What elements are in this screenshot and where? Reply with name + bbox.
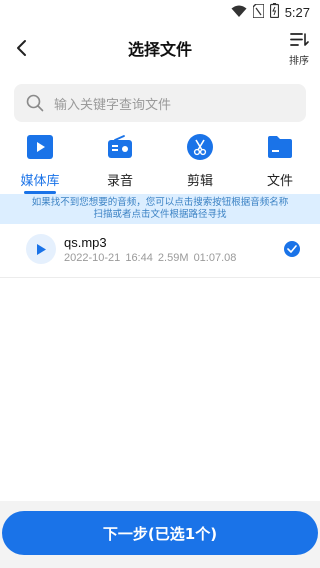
media-library-icon [27, 134, 53, 160]
search-icon [26, 94, 44, 112]
list-empty-area [0, 277, 320, 501]
scissors-icon [187, 134, 213, 160]
next-step-button[interactable]: 下一步(已选1个) [2, 511, 318, 555]
source-tabs: 媒体库 录音 剪辑 文件 [0, 134, 320, 194]
checkmark-icon [287, 245, 297, 253]
no-sim-icon [251, 2, 265, 22]
tab-edit[interactable]: 剪辑 [160, 134, 240, 194]
page-title: 选择文件 [127, 40, 192, 59]
tab-label: 录音 [106, 174, 133, 189]
folder-icon [267, 134, 293, 160]
hint-banner: 如果找不到您想要的音频，您可以点击搜索按钮根据音频名称扫描或者点击文件根据路径寻… [0, 194, 320, 224]
tab-label: 文件 [266, 174, 293, 189]
wifi-icon [231, 3, 247, 22]
battery-icon [269, 2, 279, 22]
tab-files[interactable]: 文件 [240, 134, 320, 194]
sort-label: 排序 [289, 56, 309, 67]
list-item[interactable]: qs.mp3 2022-10-21 16:44 2.59M 01:07.08 [0, 224, 320, 277]
search-placeholder: 输入关键字查询文件 [54, 97, 172, 113]
tab-recording[interactable]: 录音 [80, 134, 160, 194]
search-input[interactable]: 输入关键字查询文件 [14, 84, 306, 122]
app-bar: 选择文件 排序 [0, 24, 320, 72]
sort-icon [290, 33, 309, 46]
selected-checkbox[interactable] [284, 241, 300, 257]
status-bar: 5:27 [0, 0, 320, 24]
status-clock: 5:27 [284, 4, 310, 20]
play-button[interactable] [26, 234, 56, 264]
status-icons: 5:27 [231, 2, 310, 22]
tab-label: 剪辑 [186, 174, 213, 189]
radio-recorder-icon [107, 134, 133, 160]
tab-label: 媒体库 [20, 174, 60, 189]
search-section: 输入关键字查询文件 [0, 72, 320, 134]
file-size: 2.59M [157, 252, 189, 264]
play-icon [37, 243, 46, 255]
file-date: 2022-10-21 16:44 [64, 252, 153, 264]
tab-media-library[interactable]: 媒体库 [0, 134, 80, 194]
footer: 下一步(已选1个) [0, 501, 320, 568]
file-name: qs.mp3 [64, 235, 107, 250]
file-duration: 01:07.08 [193, 252, 237, 264]
file-list: qs.mp3 2022-10-21 16:44 2.59M 01:07.08 [0, 224, 320, 277]
sort-button[interactable]: 排序 [286, 32, 312, 67]
file-meta: 2022-10-21 16:44 2.59M 01:07.08 [64, 252, 236, 264]
